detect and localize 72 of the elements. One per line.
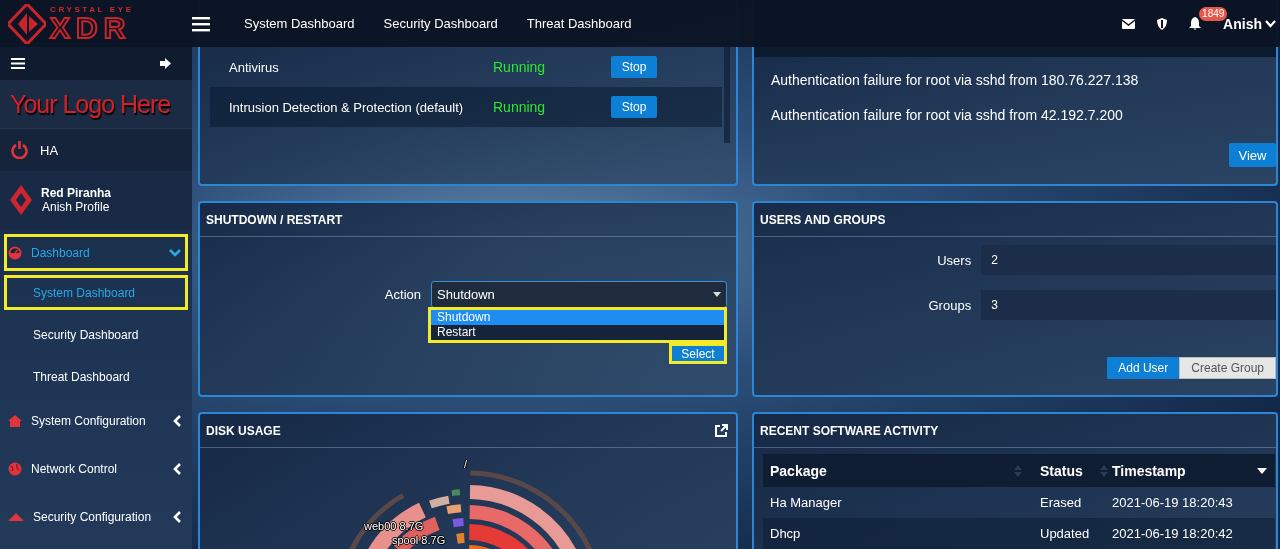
chart-label: / [464,458,468,470]
add-user-button[interactable]: Add User [1107,357,1180,379]
logo-icon [8,3,46,44]
notification-text: Authentication failure for root via sshd from 180.76.227.138 [771,72,1139,88]
chevron-left-icon [173,510,181,523]
nav-link[interactable]: Threat Dashboard [526,16,632,31]
gauge-icon [8,245,22,260]
view-button[interactable]: View [1229,143,1276,167]
globe-icon [8,461,22,476]
sort-descending-icon[interactable] [1257,467,1267,474]
panel-title: RECENT SOFTWARE ACTIVITY [760,423,939,438]
table-cell: Ha Manager [770,495,842,510]
bell-icon[interactable] [1189,17,1202,30]
panel-title: SHUTDOWN / RESTART [206,212,343,227]
sidebar-item[interactable]: System Configuration [4,402,188,439]
column-header[interactable]: Status [1040,462,1083,479]
external-link-icon[interactable] [715,424,728,437]
brand-name: XDR [50,13,133,42]
sidebar-item[interactable]: Network Control [4,450,188,487]
stop-button[interactable]: Stop [611,96,657,118]
input-field[interactable]: 2 [981,245,1276,275]
table-cell: 2021-06-19 18:20:42 [1112,526,1233,541]
logo-text: Your Logo Here [0,80,192,128]
service-status: Running [493,99,547,115]
field-label: Action [383,287,421,302]
chevron-left-icon [173,462,181,475]
table-cell: Erased [1040,495,1082,510]
menu-icon[interactable] [192,15,210,32]
mail-icon[interactable] [1122,18,1136,29]
sidebar-subitem[interactable]: System Dashboard [4,275,188,310]
ha-item[interactable]: HA [0,128,192,171]
triangle-icon [8,512,24,521]
table-cell: Updated [1040,526,1090,541]
service-name: Intrusion Detection & Protection (default) [229,99,465,115]
nav-link[interactable]: Security Dashboard [383,16,498,31]
service-name: Antivirus [229,59,280,75]
scrollbar[interactable] [724,47,730,143]
sidebar-item[interactable]: Security Configuration [4,498,188,535]
action-select[interactable]: Shutdown [431,281,727,308]
field-label: Groups [927,297,972,313]
power-icon [11,141,28,159]
panel-title: DISK USAGE [206,423,281,438]
dropdown-option[interactable]: Restart [431,325,724,340]
panel-title: USERS AND GROUPS [760,212,886,227]
menu-icon[interactable] [11,58,25,69]
table-cell: Dhcp [770,526,801,541]
field-label: Users [936,252,972,268]
table-cell: 2021-06-19 18:20:43 [1112,495,1233,510]
nav-link[interactable]: System Dashboard [244,16,355,31]
create-group-button[interactable]: Create Group [1179,357,1276,379]
stop-button[interactable]: Stop [611,56,657,78]
sidebar-subitem[interactable]: Threat Dashboard [4,359,188,394]
service-status: Running [493,59,547,75]
profile-logo-icon [10,185,32,215]
sign-out-icon[interactable] [160,58,172,69]
sidebar-subitem[interactable]: Security Dashboard [4,317,188,352]
sidebar-item[interactable]: Dashboard [4,234,188,271]
brand-tagline: CRYSTAL EYE [50,5,134,14]
shield-icon[interactable] [1157,17,1168,30]
input-field[interactable]: 3 [981,290,1276,320]
chevron-left-icon [173,414,181,427]
profile-subtitle: Anish Profile [42,200,111,214]
chevron-down-icon [1265,19,1276,28]
house-icon [8,414,22,427]
ha-label: HA [40,142,59,158]
column-header[interactable]: Package [770,462,827,479]
column-header[interactable]: Timestamp [1112,462,1186,479]
caret-icon [713,292,721,297]
chevron-down-icon [169,248,181,257]
notification-text: Authentication failure for root via sshd from 42.192.7.200 [771,107,1123,123]
profile-name: Red Piranha [41,186,112,200]
select-button[interactable]: Select [672,346,724,361]
